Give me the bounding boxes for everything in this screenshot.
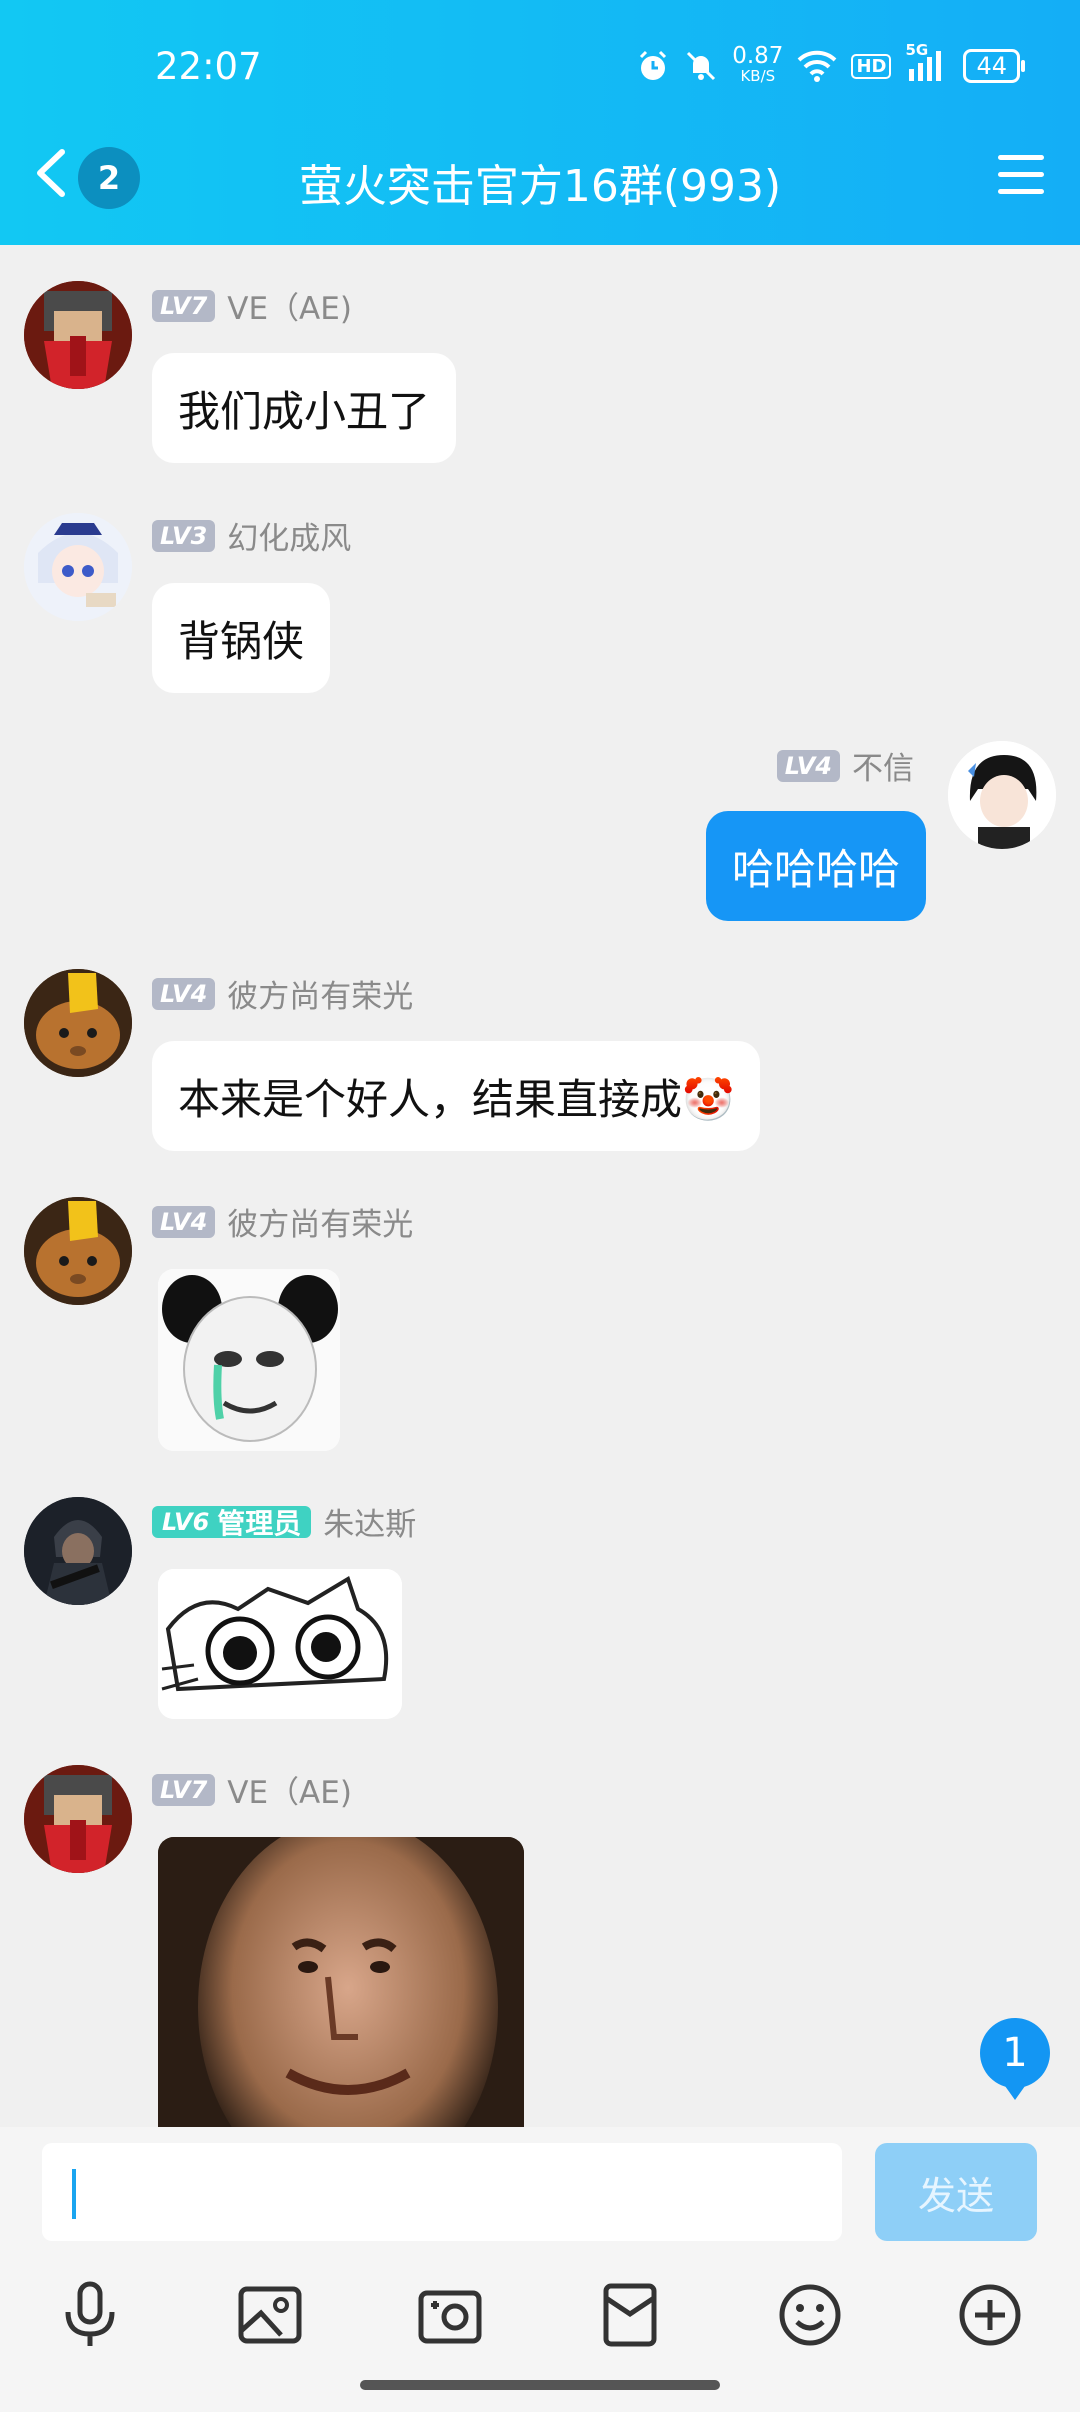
red-packet-icon[interactable]: [590, 2275, 670, 2355]
sender-name[interactable]: VE（AE): [227, 1767, 352, 1812]
sender-meta: LV3 幻化成风: [152, 513, 351, 558]
network-type: 5G: [905, 41, 929, 59]
message-bubble[interactable]: 我们成小丑了: [152, 353, 457, 463]
sender-name[interactable]: 幻化成风: [227, 513, 351, 558]
battery-icon: 44: [963, 49, 1025, 83]
wifi-icon: [797, 50, 837, 82]
message-bubble-own[interactable]: 哈哈哈哈: [705, 811, 926, 921]
new-message-indicator[interactable]: 1: [980, 2018, 1050, 2100]
text-cursor: [72, 2169, 76, 2219]
hd-badge: HD: [851, 53, 892, 79]
sender-meta: LV4 彼方尚有荣光: [152, 1199, 413, 1244]
image-message[interactable]: [158, 1837, 524, 2127]
plus-icon[interactable]: [950, 2275, 1030, 2355]
message-bubble[interactable]: 背锅侠: [152, 583, 331, 693]
level-badge: LV7: [152, 289, 216, 322]
signal-icon: 5G: [905, 41, 949, 83]
home-indicator[interactable]: [360, 2380, 720, 2390]
role-label: 管理员: [217, 1506, 302, 1540]
status-time: 22:07: [155, 45, 262, 88]
level-badge: LV4: [152, 977, 216, 1010]
header: 22:07 0.87 KB/S HD 5G 44 2 萤火突击官方16群(993…: [0, 0, 1080, 245]
avatar[interactable]: [24, 1197, 132, 1305]
avatar[interactable]: [948, 741, 1056, 849]
network-speed-value: 0.87: [732, 43, 784, 69]
message-list[interactable]: LV7 VE（AE) 我们成小丑了 LV3 幻化成风 背锅侠 LV4 不信 哈哈…: [0, 245, 1080, 2127]
sender-name[interactable]: 彼方尚有荣光: [227, 971, 413, 1016]
image-icon[interactable]: [230, 2275, 310, 2355]
sticker-image[interactable]: [158, 1269, 340, 1451]
sender-name[interactable]: 彼方尚有荣光: [227, 1199, 413, 1244]
page-title: 萤火突击官方16群(993): [298, 161, 782, 212]
battery-level: 44: [976, 52, 1007, 80]
send-button[interactable]: 发送: [875, 2143, 1037, 2241]
camera-icon[interactable]: [410, 2275, 490, 2355]
sticker-image[interactable]: [158, 1569, 402, 1719]
network-speed: 0.87 KB/S: [732, 43, 784, 86]
sender-meta: LV7 VE（AE): [152, 283, 352, 328]
level-badge: LV4: [152, 1205, 216, 1238]
sender-meta: LV6 管理员 朱达斯: [152, 1499, 416, 1544]
level-badge: LV4: [776, 749, 840, 782]
microphone-icon[interactable]: [50, 2275, 130, 2355]
level-badge: LV3: [152, 519, 216, 552]
sender-meta: LV7 VE（AE): [152, 1767, 352, 1812]
avatar[interactable]: [24, 1497, 132, 1605]
avatar[interactable]: [24, 969, 132, 1077]
avatar[interactable]: [24, 281, 132, 389]
sender-meta: LV4 彼方尚有荣光: [152, 971, 413, 1016]
message-bubble[interactable]: 本来是个好人，结果直接成🤡: [152, 1041, 761, 1151]
sender-meta: LV4 不信: [776, 743, 914, 788]
sender-name[interactable]: 不信: [852, 743, 914, 788]
network-speed-unit: KB/S: [740, 67, 776, 85]
status-bar-icons: 0.87 KB/S HD 5G 44: [636, 41, 1025, 86]
sender-name[interactable]: VE（AE): [227, 283, 352, 328]
alarm-icon: [636, 49, 670, 83]
avatar[interactable]: [24, 1765, 132, 1873]
input-bar: 发送: [0, 2127, 1080, 2412]
menu-icon[interactable]: [998, 155, 1044, 197]
admin-badge: LV6 管理员: [152, 1505, 312, 1540]
message-input[interactable]: [42, 2143, 842, 2241]
mute-icon: [684, 49, 718, 83]
sender-name[interactable]: 朱达斯: [323, 1499, 416, 1544]
level-badge: LV7: [152, 1773, 216, 1806]
emoji-icon[interactable]: [770, 2275, 850, 2355]
level-badge: LV6: [162, 1507, 210, 1536]
toolbar: [0, 2275, 1080, 2365]
avatar[interactable]: [24, 513, 132, 621]
